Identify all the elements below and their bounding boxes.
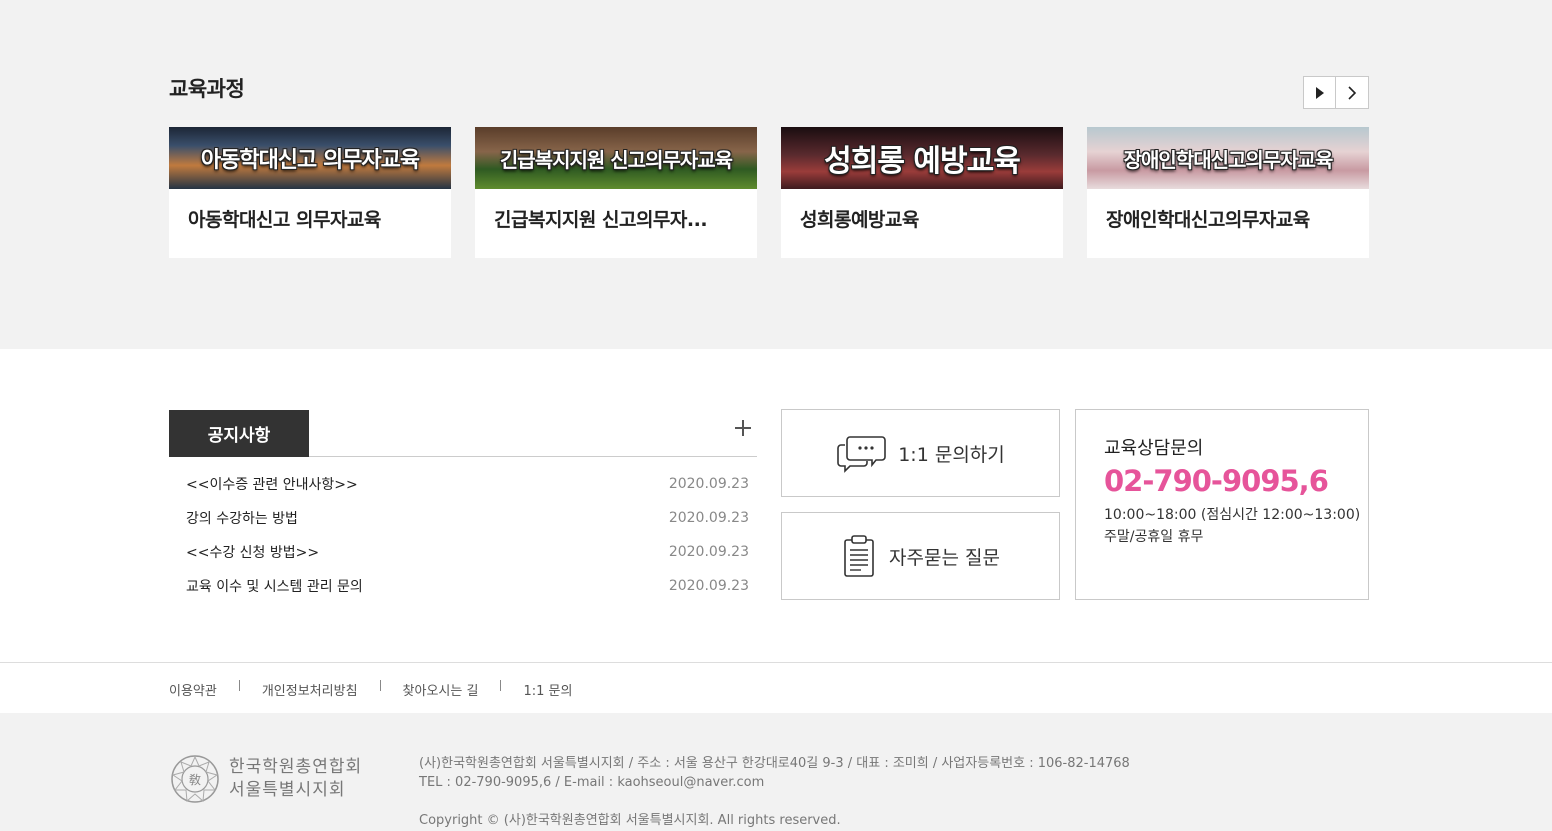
course-name: 긴급복지지원 신고의무자... <box>494 209 708 231</box>
banner-text: 긴급복지지원 신고의무자교육 <box>499 147 733 172</box>
chat-bubbles-icon <box>837 436 887 473</box>
course-card[interactable]: 성희롱 예방교육 성희롱예방교육 <box>781 127 1063 258</box>
notice-date: 2020.09.23 <box>668 476 749 492</box>
contact-info: TEL : 02-790-9095,6 / E-mail : kaohseoul… <box>419 775 765 790</box>
course-card[interactable]: 장애인학대신고의무자교육 장애인학대신고의무자교육 <box>1087 127 1369 258</box>
section-title: 교육과정 <box>169 77 245 101</box>
clipboard-icon <box>844 535 874 577</box>
next-button[interactable] <box>1336 76 1369 109</box>
notice-title[interactable]: 교육 이수 및 시스템 관리 문의 <box>186 576 363 596</box>
course-banner: 긴급복지지원 신고의무자교육 <box>475 127 757 189</box>
svg-text:敎: 敎 <box>189 772 201 787</box>
list-item[interactable]: 강의 수강하는 방법 2020.09.23 <box>169 501 757 535</box>
divider <box>500 680 502 691</box>
notice-list: <<이수증 관련 안내사항>> 2020.09.23 강의 수강하는 방법 2020… <box>169 467 757 603</box>
divider <box>379 680 381 691</box>
carousel-controls <box>1303 76 1369 109</box>
consult-box: 교육상담문의 02-790-9095,6 10:00~18:00 (점심시간 1… <box>1075 409 1369 600</box>
list-item[interactable]: <<이수증 관련 안내사항>> 2020.09.23 <box>169 467 757 501</box>
consult-closed: 주말/공휴일 휴무 <box>1104 529 1204 545</box>
course-card[interactable]: 긴급복지지원 신고의무자교육 긴급복지지원 신고의무자... <box>475 127 757 258</box>
course-banner: 장애인학대신고의무자교육 <box>1087 127 1369 189</box>
inquiry-label: 1:1 문의하기 <box>898 443 1005 466</box>
notice-date: 2020.09.23 <box>668 544 749 560</box>
plus-icon[interactable] <box>735 420 751 436</box>
footer-logo: 敎 한국학원총연합회 서울특별시지회 <box>169 753 362 805</box>
consult-title: 교육상담문의 <box>1104 438 1204 459</box>
consult-hours: 10:00~18:00 (점심시간 12:00~13:00) <box>1104 507 1361 523</box>
course-banner: 성희롱 예방교육 <box>781 127 1063 189</box>
company-info: (사)한국학원총연합회 서울특별시지회 / 주소 : 서울 용산구 한강대로40… <box>419 756 1130 771</box>
faq-label: 자주묻는 질문 <box>889 546 1000 569</box>
notice-board: 공지사항 <<이수증 관련 안내사항>> 2020.09.23 강의 수강하는 방… <box>169 410 757 603</box>
emblem-logo: 敎 <box>171 755 219 803</box>
courses-section: 교육과정 아동학대신고 의무자교육 아동학대신고 의무자교육 긴급복지지원 신고… <box>0 0 1552 349</box>
inquiry-button[interactable]: 1:1 문의하기 <box>781 409 1060 497</box>
course-card[interactable]: 아동학대신고 의무자교육 아동학대신고 의무자교육 <box>169 127 451 258</box>
course-banner: 아동학대신고 의무자교육 <box>169 127 451 189</box>
divider <box>238 680 240 691</box>
list-item[interactable]: 교육 이수 및 시스템 관리 문의 2020.09.23 <box>169 569 757 603</box>
copyright: Copyright © (사)한국학원총연합회 서울특별시지회. All rig… <box>419 813 841 828</box>
banner-text: 장애인학대신고의무자교육 <box>1123 147 1334 172</box>
chevron-right-icon <box>1348 85 1357 100</box>
footer: 敎 한국학원총연합회 서울특별시지회 (사)한국학원총연합회 서울특별시지회 /… <box>0 713 1552 831</box>
notice-date: 2020.09.23 <box>668 510 749 526</box>
course-name: 장애인학대신고의무자교육 <box>1106 209 1310 231</box>
banner-text: 성희롱 예방교육 <box>824 144 1021 179</box>
footer-link-inquiry[interactable]: 1:1 문의 <box>523 680 572 699</box>
course-name: 성희롱예방교육 <box>800 209 919 231</box>
footer-link-terms[interactable]: 이용약관 <box>169 680 217 699</box>
notice-header: 공지사항 <box>169 410 757 457</box>
consult-phone: 02-790-9095,6 <box>1104 464 1329 498</box>
footer-links: 이용약관 개인정보처리방침 찾아오시는 길 1:1 문의 <box>0 662 1552 713</box>
autoplay-button[interactable] <box>1303 76 1336 109</box>
list-item[interactable]: <<수강 신청 방법>> 2020.09.23 <box>169 535 757 569</box>
footer-link-privacy[interactable]: 개인정보처리방침 <box>262 680 358 699</box>
play-icon <box>1315 86 1324 99</box>
notice-title[interactable]: 강의 수강하는 방법 <box>186 508 298 528</box>
logo-line2: 서울특별시지회 <box>229 780 346 800</box>
notice-tab[interactable]: 공지사항 <box>169 410 309 457</box>
course-name: 아동학대신고 의무자교육 <box>188 209 381 231</box>
footer-info: (사)한국학원총연합회 서울특별시지회 / 주소 : 서울 용산구 한강대로40… <box>419 754 1130 830</box>
footer-link-location[interactable]: 찾아오시는 길 <box>403 680 479 699</box>
notice-title[interactable]: <<수강 신청 방법>> <box>186 542 319 562</box>
notice-date: 2020.09.23 <box>668 578 749 594</box>
logo-line1: 한국학원총연합회 <box>229 757 363 777</box>
faq-button[interactable]: 자주묻는 질문 <box>781 512 1060 600</box>
banner-text: 아동학대신고 의무자교육 <box>200 148 420 173</box>
notice-title[interactable]: <<이수증 관련 안내사항>> <box>186 474 358 494</box>
